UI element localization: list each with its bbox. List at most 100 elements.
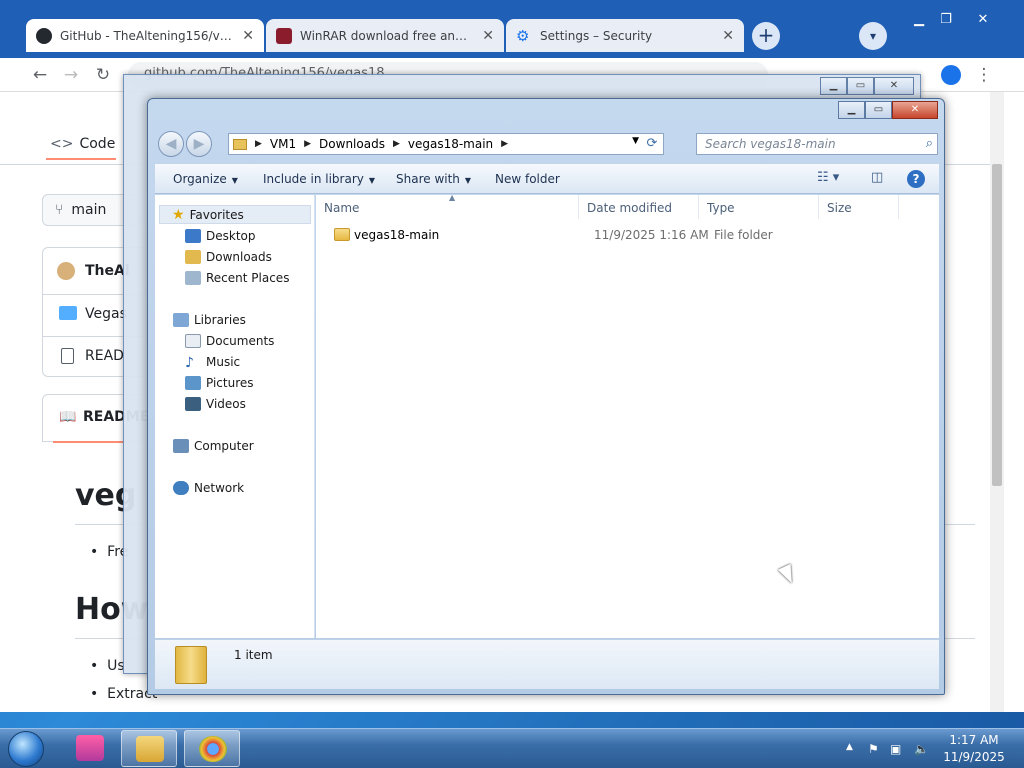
back-forward-buttons: ◀ ▶	[158, 131, 216, 157]
nav-documents[interactable]: Documents	[185, 334, 274, 348]
taskbar-app-chrome[interactable]	[184, 730, 240, 767]
minimize-button[interactable]: ▁	[905, 12, 933, 27]
profile-avatar-icon[interactable]	[941, 65, 961, 85]
maximize-button[interactable]: ❐	[932, 12, 960, 27]
tab-winrar[interactable]: WinRAR download free and support ✕	[266, 19, 504, 52]
code-tab-label: Code	[79, 136, 116, 152]
change-view-icon[interactable]: ☷ ▾	[817, 170, 839, 185]
maximize-button[interactable]: ▭	[847, 77, 874, 95]
folder-link[interactable]: Vegas	[85, 306, 127, 322]
back-button[interactable]: ←	[29, 64, 51, 86]
nav-pictures[interactable]: Pictures	[185, 376, 254, 390]
videos-icon	[185, 397, 201, 411]
back-arrow-icon[interactable]: ◀	[158, 131, 184, 157]
show-hidden-icons-icon[interactable]: ▲	[846, 742, 853, 752]
code-tab-underline	[46, 158, 116, 160]
command-bar: Organize ▼ Include in library ▼ Share with…	[155, 163, 939, 194]
nav-videos[interactable]: Videos	[185, 397, 246, 411]
help-icon[interactable]: ?	[907, 170, 925, 188]
page-scrollbar[interactable]	[990, 92, 1004, 712]
column-header-date-modified[interactable]: Date modified	[579, 195, 699, 219]
browser-tabstrip: GitHub - TheAltening156/vegas18 ✕ WinRAR…	[0, 0, 1024, 58]
details-pane: 1 item	[155, 639, 939, 689]
share-with-button[interactable]: Share with ▼	[396, 172, 471, 186]
explorer-address-bar[interactable]: ▶ VM1 ▶ Downloads ▶ vegas18-main ▶ ▼ ⟳	[228, 133, 664, 155]
column-header-type[interactable]: Type	[699, 195, 819, 219]
book-icon: 📖	[59, 409, 77, 425]
preview-pane-icon[interactable]: ◫	[871, 170, 883, 185]
nav-desktop[interactable]: Desktop	[185, 229, 256, 243]
downloads-folder-icon	[185, 250, 201, 264]
network-status-icon[interactable]: ▣	[890, 742, 901, 756]
forward-arrow-icon[interactable]: ▶	[186, 131, 212, 157]
scrollbar-thumb[interactable]	[992, 164, 1002, 486]
nav-downloads[interactable]: Downloads	[185, 250, 272, 264]
nav-libraries[interactable]: Libraries	[173, 313, 246, 327]
desktop-icon	[185, 229, 201, 243]
folder-icon	[334, 228, 350, 241]
nav-music[interactable]: ♪ Music	[185, 355, 240, 371]
folder-large-icon	[175, 646, 207, 684]
new-folder-button[interactable]: New folder	[495, 172, 560, 186]
taskbar: ▲ ⚑ ▣ 🔈 1:17 AM 11/9/2025	[0, 728, 1024, 768]
code-tab[interactable]: <> Code	[50, 136, 115, 152]
computer-icon	[173, 439, 189, 453]
reload-button[interactable]: ↻	[92, 64, 114, 86]
folder-icon	[59, 306, 77, 320]
file-icon	[61, 348, 74, 364]
column-header-name[interactable]: Name	[316, 195, 579, 219]
documents-icon	[185, 334, 201, 348]
folder-icon	[233, 138, 247, 150]
branch-label: main	[71, 202, 107, 218]
file-row[interactable]: vegas18-main 11/9/2025 1:16 AM File fold…	[316, 225, 939, 245]
address-row: ◀ ▶ ▶ VM1 ▶ Downloads ▶ vegas18-main ▶ ▼…	[156, 129, 938, 159]
include-in-library-button[interactable]: Include in library ▼	[263, 172, 375, 186]
breadcrumb-separator[interactable]: ▶	[304, 139, 311, 149]
action-center-flag-icon[interactable]: ⚑	[868, 742, 879, 756]
maximize-button[interactable]: ▭	[865, 101, 892, 119]
tab-settings[interactable]: ⚙ Settings – Security ✕	[506, 19, 744, 52]
nav-network[interactable]: Network	[173, 481, 244, 495]
nav-computer[interactable]: Computer	[173, 439, 254, 453]
close-tab-icon[interactable]: ✕	[482, 28, 494, 44]
browser-menu-icon[interactable]: ⋮	[973, 64, 995, 86]
star-icon: ★	[172, 206, 185, 223]
nav-favorites[interactable]: ★ Favorites	[159, 205, 311, 224]
file-name[interactable]: vegas18-main	[354, 228, 439, 242]
file-date-modified: 11/9/2025 1:16 AM	[594, 228, 709, 242]
breadcrumb-vegas18-main[interactable]: vegas18-main	[408, 137, 493, 151]
minimize-button[interactable]: ▁	[838, 101, 865, 119]
readme-file-link[interactable]: READ	[85, 348, 124, 364]
breadcrumb-separator[interactable]: ▶	[255, 139, 262, 149]
close-window-button[interactable]: ✕	[892, 101, 938, 119]
forward-button[interactable]: →	[60, 64, 82, 86]
taskbar-app-explorer[interactable]	[121, 730, 177, 767]
search-placeholder: Search vegas18-main	[705, 137, 836, 151]
close-window-button[interactable]: ✕	[969, 12, 997, 27]
close-window-button[interactable]: ✕	[874, 77, 914, 95]
tab-search-button[interactable]: ▾	[859, 22, 887, 50]
column-header-size[interactable]: Size	[819, 195, 899, 219]
breadcrumb-vm1[interactable]: VM1	[270, 137, 296, 151]
breadcrumb-separator[interactable]: ▶	[501, 139, 508, 149]
organize-button[interactable]: Organize ▼	[173, 172, 238, 186]
nav-recent-places[interactable]: Recent Places	[185, 271, 289, 285]
breadcrumb-separator[interactable]: ▶	[393, 139, 400, 149]
refresh-icon[interactable]: ⟳	[643, 135, 661, 153]
system-clock[interactable]: 1:17 AM 11/9/2025	[932, 732, 1016, 766]
volume-icon[interactable]: 🔈	[914, 742, 929, 756]
pictures-icon	[185, 376, 201, 390]
minimize-button[interactable]: ▁	[820, 77, 847, 95]
search-input[interactable]: Search vegas18-main ⌕	[696, 133, 938, 155]
search-icon[interactable]: ⌕	[926, 136, 933, 151]
code-icon: <>	[50, 136, 74, 152]
close-tab-icon[interactable]: ✕	[722, 28, 734, 44]
breadcrumb-downloads[interactable]: Downloads	[319, 137, 385, 151]
tab-github[interactable]: GitHub - TheAltening156/vegas18 ✕	[26, 19, 264, 52]
recent-locations-dropdown-icon[interactable]: ▼	[632, 136, 639, 146]
clock-time: 1:17 AM	[949, 733, 999, 747]
close-tab-icon[interactable]: ✕	[242, 28, 254, 44]
taskbar-app-media[interactable]	[62, 730, 118, 767]
start-button[interactable]	[8, 731, 44, 767]
new-tab-button[interactable]: +	[752, 22, 780, 50]
